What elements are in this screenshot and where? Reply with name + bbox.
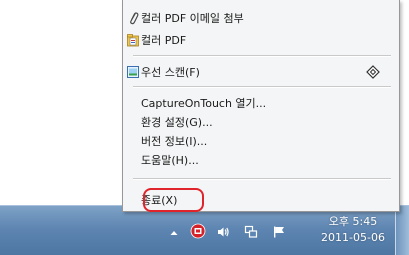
network-icon[interactable] [244,224,258,238]
priority-diamond-icon [366,65,380,79]
paperclip-icon [126,11,140,25]
clock-date: 2011-05-06 [321,231,385,244]
menu-item-label: 컬러 PDF 이메일 첨부 [141,12,244,25]
menu-item-preferences[interactable]: 환경 설정(G)... [124,113,398,131]
screen: 컬러 PDF 이메일 첨부 컬러 PDF 우선 스캔(F) CaptureOnT… [0,0,409,255]
show-hidden-icons-chevron-icon[interactable] [167,225,181,239]
menu-item-label: 우선 스캔(F) [141,66,200,79]
menu-item-label: 도움말(H)... [141,154,199,167]
menu-separator [133,178,391,180]
menu-item-open-captureontouch[interactable]: CaptureOnTouch 열기... [124,94,398,112]
menu-item-label: CaptureOnTouch 열기... [141,97,267,110]
menu-item-label: 컬러 PDF [141,34,187,47]
menu-item-email-color-pdf[interactable]: 컬러 PDF 이메일 첨부 [124,9,398,27]
show-desktop-button[interactable] [395,206,409,255]
pdf-file-icon [126,33,140,47]
menu-item-help[interactable]: 도움말(H)... [124,151,398,169]
clock-time: 오후 5:45 [328,215,378,228]
captureontouch-icon[interactable] [190,223,206,239]
tray-context-menu: 컬러 PDF 이메일 첨부 컬러 PDF 우선 스캔(F) CaptureOnT… [122,0,400,212]
menu-item-priority-scan[interactable]: 우선 스캔(F) [124,63,398,81]
action-center-flag-icon[interactable] [272,224,286,238]
menu-item-label: 버전 정보(I)... [141,135,208,148]
menu-separator [133,55,391,57]
menu-separator [133,86,391,88]
volume-icon[interactable] [216,224,230,238]
system-clock[interactable]: 오후 5:45 2011-05-06 [312,214,394,246]
menu-item-color-pdf[interactable]: 컬러 PDF [124,31,398,49]
exit-highlight-annotation [143,188,204,212]
menu-item-label: 환경 설정(G)... [141,116,213,129]
menu-item-version-info[interactable]: 버전 정보(I)... [124,132,398,150]
scan-document-icon [126,65,140,79]
